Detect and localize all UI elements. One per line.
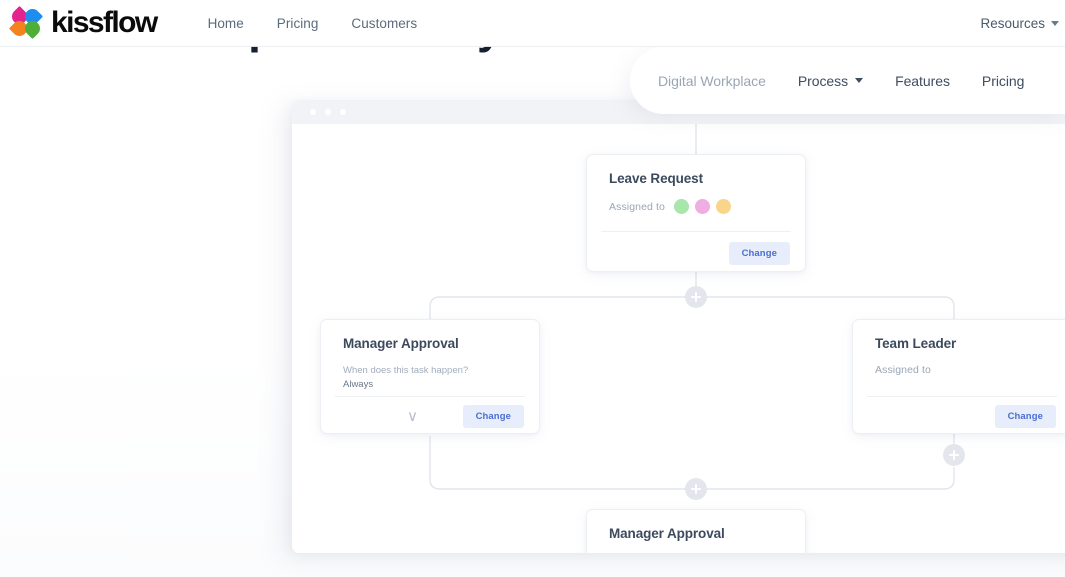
condition-label: When does this task happen? (343, 365, 469, 376)
add-step-node[interactable] (685, 286, 707, 308)
change-button[interactable]: Change (462, 405, 524, 428)
card-footer: Change (994, 405, 1056, 428)
assigned-label: Assigned to (609, 200, 665, 213)
card-divider (867, 396, 1057, 397)
subnav-item-pricing[interactable]: Pricing (981, 72, 1025, 89)
window-control-dot[interactable] (340, 109, 346, 115)
change-button[interactable]: Change (994, 405, 1056, 428)
subnav-item-digital-workplace[interactable]: Digital Workplace (658, 73, 766, 89)
subnav-label: Digital Workplace (658, 72, 766, 89)
flow-card-manager-approval-bottom[interactable]: Manager Approval Assigned to (586, 509, 806, 553)
chevron-down-icon[interactable]: ∨ (407, 409, 418, 424)
navbar-links: Home Pricing Customers (208, 16, 418, 31)
subnav-label: Features (895, 72, 950, 89)
chevron-down-icon (1051, 20, 1059, 26)
chevron-down-icon (855, 78, 864, 83)
brand-logo[interactable]: kissflow (8, 5, 158, 40)
primary-navbar: kissflow Home Pricing Customers Resource… (0, 0, 1065, 46)
nav-link-home[interactable]: Home (208, 16, 244, 31)
card-title: Leave Request (609, 171, 703, 186)
flow-card-team-leader[interactable]: Team Leader Assigned to Change (852, 319, 1065, 434)
window-control-dot[interactable] (310, 109, 316, 115)
card-divider (335, 396, 525, 397)
nav-link-pricing[interactable]: Pricing (277, 16, 319, 31)
avatar[interactable] (673, 199, 689, 214)
kissflow-butterfly-logo-icon (8, 5, 44, 40)
flow-card-leave-request[interactable]: Leave Request Assigned to Change (586, 154, 806, 272)
workflow-canvas[interactable]: Leave Request Assigned to Change Manager… (292, 124, 1065, 553)
card-title: Manager Approval (609, 526, 725, 541)
subnav-item-features[interactable]: Features (895, 73, 950, 89)
nav-link-customers[interactable]: Customers (351, 16, 417, 31)
nav-link-resources-label: Resources (980, 15, 1045, 31)
avatar[interactable] (694, 199, 710, 214)
assigned-row: Assigned to (609, 199, 783, 214)
card-footer: ∨ Change (407, 405, 524, 428)
add-step-node[interactable] (685, 478, 707, 500)
secondary-nav: Digital Workplace Process Features Prici… (630, 47, 1065, 114)
flow-card-manager-approval-left[interactable]: Manager Approval When does this task hap… (320, 319, 540, 434)
card-title: Manager Approval (343, 336, 459, 351)
nav-link-resources[interactable]: Resources (980, 16, 1059, 31)
subnav-item-process[interactable]: Process (797, 72, 864, 89)
card-footer: Change (728, 242, 790, 265)
window-control-dot[interactable] (325, 109, 331, 115)
page-root: boost productivity (0, 0, 1065, 577)
brand-name: kissflow (51, 6, 158, 39)
card-title: Team Leader (875, 336, 957, 351)
assigned-row: Assigned to (875, 364, 1049, 376)
change-button[interactable]: Change (728, 242, 790, 265)
assigned-label: Assigned to (875, 364, 931, 376)
card-divider (601, 231, 791, 232)
condition-block: When does this task happen? Always (343, 364, 517, 392)
add-step-node[interactable] (943, 444, 965, 466)
navbar-right: Resources (980, 16, 1065, 31)
condition-value: Always (343, 378, 374, 390)
subnav-label: Pricing (981, 72, 1025, 89)
avatar[interactable] (715, 199, 731, 214)
app-window-panel: Leave Request Assigned to Change Manager… (292, 100, 1065, 553)
subnav-label: Process (797, 72, 849, 89)
avatar-group (673, 199, 731, 214)
